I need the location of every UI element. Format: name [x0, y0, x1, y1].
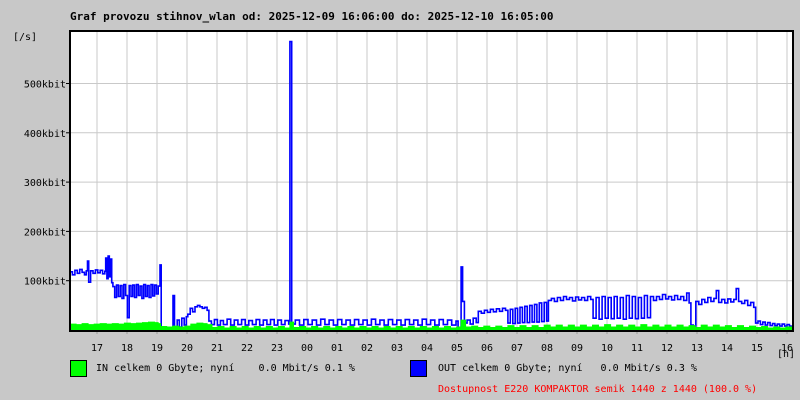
x-tick-label: 00 — [301, 343, 313, 354]
availability-text: Dostupnost E220 KOMPAKTOR semik 1440 z 1… — [438, 384, 758, 395]
y-tick-label: 300kbit — [24, 178, 66, 189]
x-tick-label: 07 — [511, 343, 523, 354]
x-tick-label: 15 — [751, 343, 763, 354]
plot-area — [70, 31, 793, 331]
traffic-chart: 500kbit 400kbit 300kbit 200kbit 100kbit 17 18 1… — [24, 30, 794, 354]
x-tick-label: 19 — [151, 343, 163, 354]
mrtg-traffic-graph-page: Graf provozu stihnov_wlan od: 2025-12-09… — [0, 0, 800, 400]
x-tick-label: 14 — [721, 343, 733, 354]
x-tick-label: 22 — [241, 343, 253, 354]
x-tick-label: 20 — [181, 343, 193, 354]
legend-out-swatch — [410, 360, 427, 377]
x-tick-label: 11 — [631, 343, 643, 354]
y-tick-label: 100kbit — [24, 277, 66, 288]
x-tick-label: 21 — [211, 343, 223, 354]
x-tick-label: 08 — [541, 343, 553, 354]
x-tick-label: 02 — [361, 343, 373, 354]
x-tick-label: 12 — [661, 343, 673, 354]
x-tick-label: 17 — [91, 343, 103, 354]
x-tick-label: 23 — [271, 343, 283, 354]
x-tick-label: 06 — [481, 343, 493, 354]
x-tick-label: 05 — [451, 343, 463, 354]
x-tick-label: 04 — [421, 343, 433, 354]
legend-in-label: IN celkem 0 Gbyte; nyní 0.0 Mbit/s 0.1 % — [96, 363, 355, 374]
y-tick-label: 400kbit — [24, 129, 66, 140]
x-tick-label: 18 — [121, 343, 133, 354]
legend-out-label: OUT celkem 0 Gbyte; nyní 0.0 Mbit/s 0.3 … — [438, 363, 697, 374]
x-tick-label: 03 — [391, 343, 403, 354]
x-tick-label: 13 — [691, 343, 703, 354]
x-tick-label: 09 — [571, 343, 583, 354]
x-tick-label: 01 — [331, 343, 343, 354]
legend-in-swatch — [70, 360, 87, 377]
y-tick-label: 200kbit — [24, 227, 66, 238]
y-tick-label: 500kbit — [24, 80, 66, 91]
x-axis-unit-label: [h] — [777, 349, 796, 360]
x-tick-label: 10 — [601, 343, 613, 354]
